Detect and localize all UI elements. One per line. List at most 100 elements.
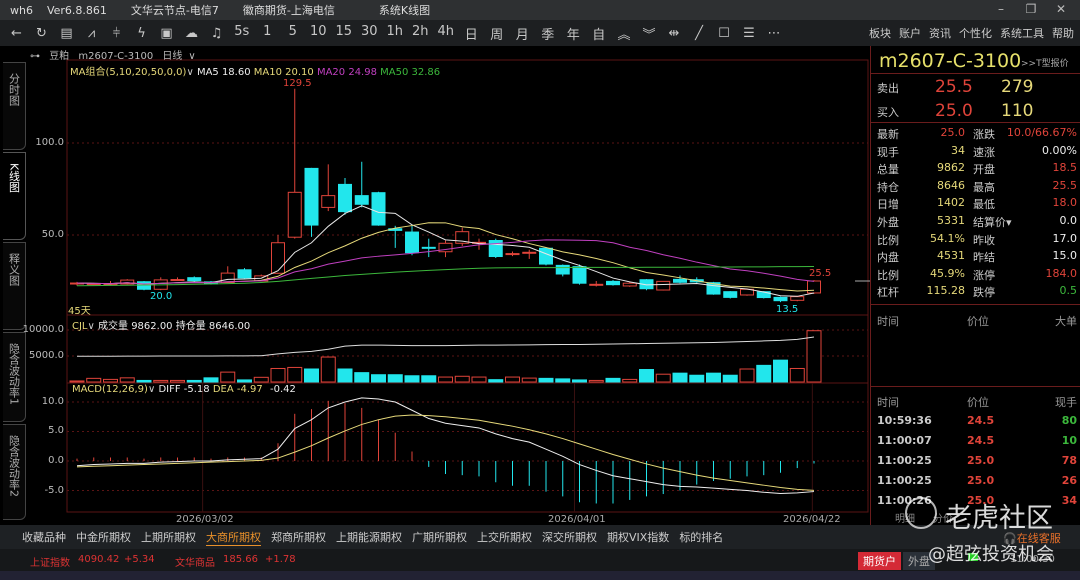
menu-sector[interactable]: 板块: [869, 25, 891, 41]
futures-account-button[interactable]: 期货户: [858, 552, 901, 570]
field-value: 0.00%: [1042, 143, 1077, 157]
col-time: 时间: [877, 315, 899, 328]
volume-bar: [69, 380, 85, 383]
exchange-tab[interactable]: 收藏品种: [22, 529, 66, 545]
tab-label: 释义图: [7, 253, 21, 286]
candle-body: [673, 278, 687, 283]
index-value: 185.66: [223, 554, 258, 565]
exchange-tab[interactable]: 标的排名: [679, 529, 723, 545]
volume-bar: [287, 366, 303, 383]
chevron-down-icon[interactable]: ∨: [148, 384, 159, 395]
ma20-value: MA20 24.98: [316, 67, 377, 78]
maximize-icon[interactable]: ❐: [1020, 2, 1042, 18]
candle-body: [405, 231, 419, 254]
exchange-tab[interactable]: 中金所期权: [76, 529, 131, 545]
status-bar: 上证指数 4090.42 +5.34 文华商品 185.66 +1.78 期货户…: [0, 549, 1080, 571]
volume-bar: [505, 376, 520, 383]
volume-bar: [555, 378, 571, 383]
menu-system-tools[interactable]: 系统工具: [1000, 25, 1044, 41]
exchange-tab[interactable]: 广期所期权: [412, 529, 467, 545]
candle-body: [338, 183, 352, 213]
quote-panel: m2607-C-3100 >>T型报价 卖出 25.5 279 买入 25.0 110 …: [870, 46, 1080, 526]
tick-volume: 26: [1061, 474, 1077, 487]
field-label: 涨跌: [973, 128, 995, 141]
date-label: 2026/04/01: [548, 514, 606, 525]
tick-row: 11:00:25 25.0 78: [877, 454, 1077, 472]
field-label: 比例: [877, 233, 899, 247]
volume-tick: 10000.0: [22, 324, 64, 335]
close-icon[interactable]: ✕: [1050, 2, 1072, 18]
quote-row: 比例 54.1% 昨收 17.0: [877, 232, 1077, 250]
field-label: 开盘: [973, 163, 995, 177]
volume-bar: [672, 372, 688, 383]
menu-news[interactable]: 资讯: [929, 25, 951, 41]
field-value: 4531: [937, 249, 965, 263]
tiger-logo-icon: [905, 497, 937, 529]
quote-row: 日增 1402 最低 18.0: [877, 196, 1077, 214]
field-value: 25.5: [1052, 178, 1078, 192]
candle-body: [589, 283, 604, 286]
minimize-icon[interactable]: –: [990, 2, 1012, 18]
tick-price: 24.5: [967, 414, 995, 427]
exchange-tab[interactable]: 深交所期权: [542, 529, 597, 545]
field-label: 总量: [877, 163, 899, 177]
macd-indicator-select[interactable]: MACD(12,26,9): [72, 384, 148, 395]
exchange-tab[interactable]: 大商所期权: [206, 529, 261, 546]
volume-indicator-select[interactable]: CJL: [72, 321, 88, 332]
tab-kline[interactable]: K线图: [3, 152, 26, 240]
exchange-tab[interactable]: 期权VIX指数: [607, 529, 669, 545]
volume-bar: [538, 377, 554, 383]
volume-bar: [404, 375, 420, 383]
macd-legend: MACD(12,26,9)∨ DIFF -5.18 DEA -4.97 -0.4…: [72, 384, 296, 395]
chevron-down-icon[interactable]: ∨: [188, 51, 195, 62]
period-select[interactable]: 日线: [162, 51, 182, 62]
field-label[interactable]: 结算价▾: [973, 214, 1012, 230]
chevron-down-icon[interactable]: ∨: [186, 67, 197, 78]
date-label: 2026/04/22: [783, 514, 841, 525]
candle-body: [304, 167, 319, 226]
chevron-down-icon[interactable]: ∨: [88, 321, 99, 332]
t-quote-link[interactable]: >>T型报价: [1021, 56, 1069, 69]
exchange-tab[interactable]: 上期能源期权: [336, 529, 402, 545]
diff-line: [76, 397, 815, 494]
tick-price: 25.0: [967, 454, 995, 467]
volume-bar: [622, 378, 638, 383]
last-high-label: 25.5: [809, 268, 832, 279]
tick-volume: 80: [1061, 414, 1077, 427]
field-label: 杠杆: [877, 286, 899, 300]
bid-price: 25.0: [935, 101, 973, 121]
tab-label: 分时图: [7, 73, 21, 106]
menu-personalize[interactable]: 个性化: [959, 25, 992, 41]
exchange-tab[interactable]: 郑商所期权: [271, 529, 326, 545]
quote-row: 最新 25.0 涨跌 10.0/66.67%: [877, 126, 1077, 144]
volume-bar: [588, 379, 604, 383]
field-label: 昨收: [973, 233, 995, 247]
candle-body: [723, 291, 738, 298]
candle-body: [237, 269, 252, 279]
menu-help[interactable]: 帮助: [1052, 25, 1074, 41]
tab-explain[interactable]: 释义图: [3, 242, 26, 330]
volume-bar: [203, 377, 219, 383]
quote-row: 外盘 5331 结算价▾ 0.0: [877, 214, 1077, 232]
ma5-value: MA5 18.60: [196, 67, 251, 78]
ma-group-select[interactable]: MA组合(5,10,20,50,0,0): [70, 67, 186, 78]
tab-iv2[interactable]: 隐含波动率2: [3, 424, 26, 520]
candle-body: [321, 195, 336, 208]
col-hand: 现手: [1055, 396, 1077, 409]
field-label: 最新: [877, 128, 899, 141]
exchange-tab[interactable]: 上期所期权: [141, 529, 196, 545]
volume-tick: 5000.0: [29, 350, 64, 361]
kline-chart[interactable]: [0, 0, 870, 530]
volume-bar: [706, 372, 721, 383]
ma-legend: MA组合(5,10,20,50,0,0)∨ MA5 18.60 MA10 20.…: [70, 63, 440, 78]
tick-row: 11:00:25 25.0 26: [877, 474, 1077, 492]
watermark-brand: 老虎社区: [945, 503, 1053, 534]
days-count: 45天: [68, 306, 91, 317]
field-value: 54.1%: [930, 231, 965, 245]
menu-account[interactable]: 账户: [899, 25, 921, 41]
tab-iv1[interactable]: 隐含波动率1: [3, 332, 26, 422]
volume-bar: [806, 330, 822, 383]
high-label: 129.5: [283, 78, 312, 89]
exchange-tab[interactable]: 上交所期权: [477, 529, 532, 545]
quote-row: 内盘 4531 昨结 15.0: [877, 249, 1077, 267]
